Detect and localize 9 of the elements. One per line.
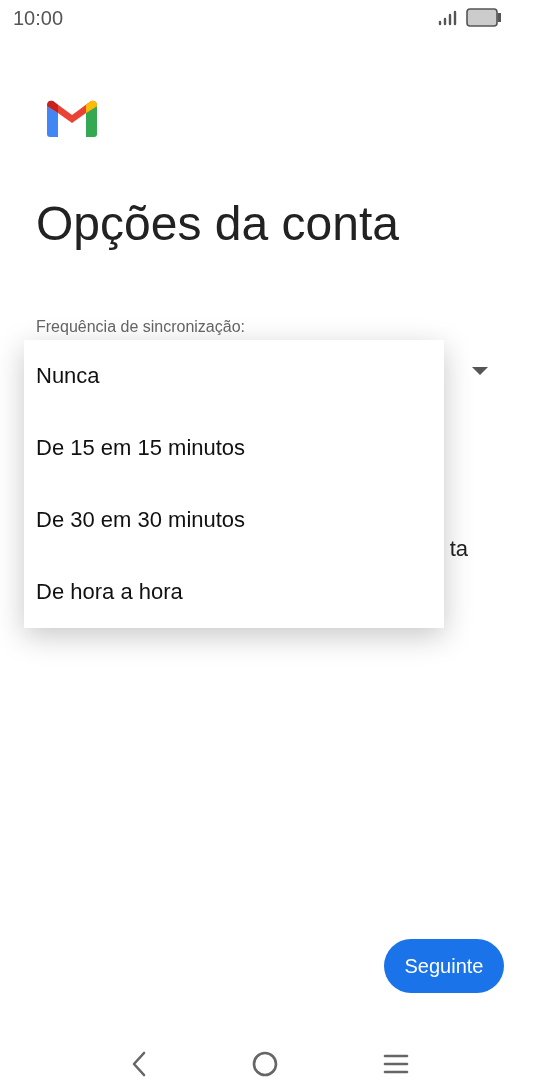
body-text: ta: [449, 536, 468, 562]
menu-item[interactable]: De hora a hora: [24, 556, 444, 628]
menu-item[interactable]: De 30 em 30 minutos: [24, 484, 444, 556]
page-title: Opções da conta: [36, 200, 400, 248]
menu-item[interactable]: Nunca: [24, 340, 444, 412]
field-label: Frequência de sincronização:: [36, 318, 246, 336]
next-button[interactable]: Seguinte: [384, 939, 504, 993]
menu-item[interactable]: De 15 em 15 minutos: [24, 412, 444, 484]
status-time: 10:00: [13, 6, 64, 30]
